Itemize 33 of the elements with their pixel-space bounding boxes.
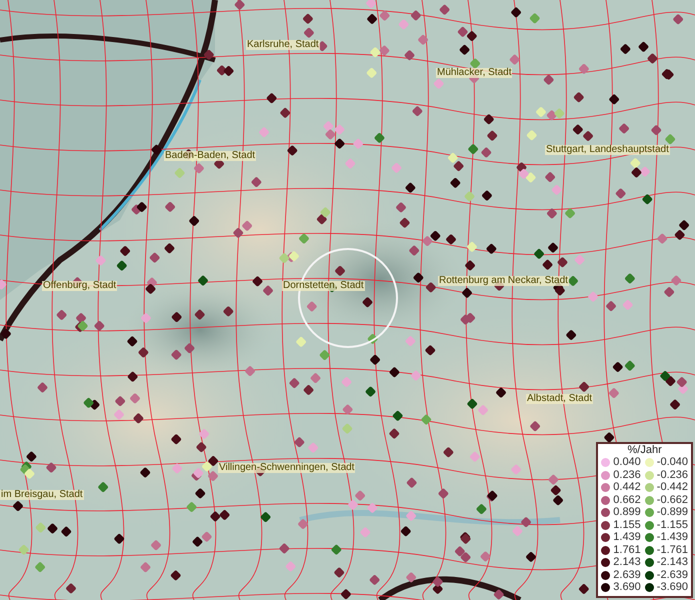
legend-value: -2.639 bbox=[656, 570, 688, 581]
legend-value: -0.899 bbox=[656, 507, 688, 518]
legend-value: -3.690 bbox=[656, 582, 688, 594]
legend-value: -1.761 bbox=[656, 544, 688, 556]
legend-value: 0.442 bbox=[613, 482, 641, 494]
place-label: Stuttgart, Landeshauptstadt bbox=[545, 145, 670, 155]
legend-value: 0.662 bbox=[613, 494, 641, 506]
place-label: im Breisgau, Stadt bbox=[0, 490, 84, 500]
legend-value: -0.040 bbox=[656, 457, 688, 468]
legend-value: 2.639 bbox=[613, 570, 641, 581]
legend-value: -0.236 bbox=[656, 470, 688, 481]
legend-value: -2.143 bbox=[656, 557, 688, 568]
legend-value: -0.442 bbox=[656, 482, 688, 494]
place-label: Baden-Baden, Stadt bbox=[164, 151, 256, 161]
legend-value: -0.662 bbox=[656, 494, 688, 506]
legend-value: 3.690 bbox=[613, 582, 641, 594]
legend-value: 2.143 bbox=[613, 557, 641, 568]
place-label: Rottenburg am Neckar, Stadt bbox=[438, 276, 569, 286]
legend-value: 1.439 bbox=[613, 532, 641, 544]
place-label: Villingen-Schwenningen, Stadt bbox=[218, 463, 356, 473]
legend-value: 0.040 bbox=[613, 457, 641, 468]
place-label: Offenburg, Stadt bbox=[42, 281, 118, 291]
place-label: Karlsruhe, Stadt bbox=[246, 40, 320, 50]
legend-value: 1.761 bbox=[613, 544, 641, 556]
legend-value: 0.236 bbox=[613, 470, 641, 481]
legend-value: -1.439 bbox=[656, 532, 688, 544]
place-label: Dornstetten, Stadt bbox=[282, 281, 365, 291]
place-label: Mühlacker, Stadt bbox=[436, 68, 512, 78]
legend-title: %/Jahr bbox=[628, 444, 662, 456]
legend-value: 0.899 bbox=[613, 507, 641, 518]
place-label: Albstadt, Stadt bbox=[526, 394, 594, 404]
legend-value: -1.155 bbox=[656, 520, 688, 531]
legend-value: 1.155 bbox=[613, 520, 641, 531]
